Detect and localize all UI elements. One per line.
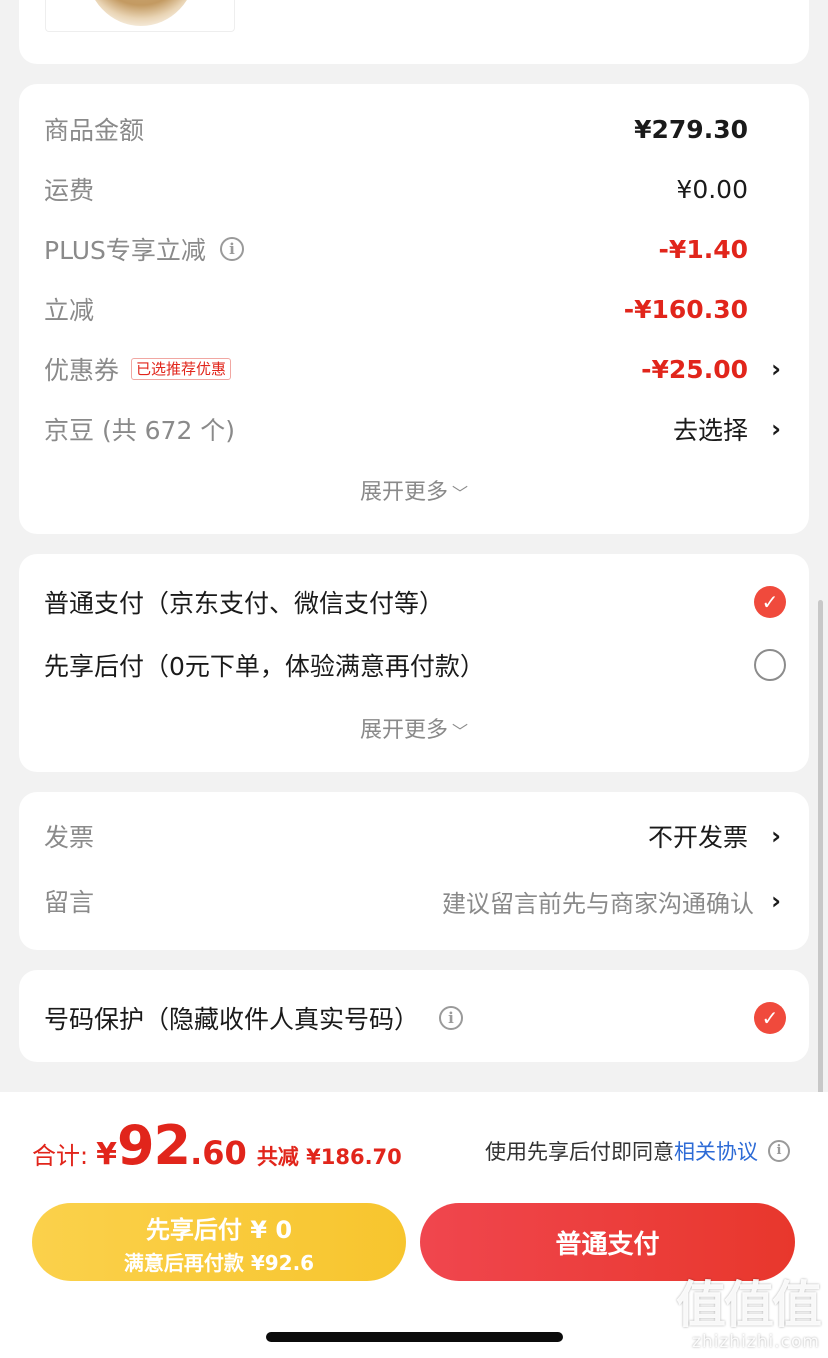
watermark-logo: 值值值 (676, 1276, 822, 1334)
payment-option-label: 先享后付（0元下单，体验满意再付款） (44, 652, 485, 681)
product-thumbnail[interactable] (45, 0, 235, 32)
instant-discount-value: -¥160.30 (623, 294, 748, 324)
info-icon[interactable]: i (439, 1006, 464, 1030)
plus-discount-label-wrap: PLUS专享立减 i (44, 231, 244, 267)
total-amount: 合计: ¥ 92 .60 共减 ¥186.70 (32, 1114, 402, 1186)
pay-later-button[interactable]: 先享后付 ¥ 0 满意后再付款 ¥92.6 (32, 1203, 406, 1281)
plus-discount-value: -¥1.40 (658, 234, 748, 264)
coupon-label: 优惠券 (44, 356, 120, 385)
pay-later-subtitle: 满意后再付款 ¥92.6 (123, 1251, 315, 1275)
message-row[interactable]: 留言 建议留言前先与商家沟通确认 › (19, 871, 809, 931)
chevron-right-icon[interactable]: › (771, 822, 781, 850)
chevron-right-icon[interactable]: › (771, 355, 781, 383)
radio-unchecked-icon[interactable] (754, 649, 786, 681)
agreement-text: 使用先享后付即同意 相关协议 i (485, 1136, 790, 1166)
total-savings: 共减 ¥186.70 (256, 1145, 402, 1169)
privacy-label-wrap: 号码保护（隐藏收件人真实号码） i (44, 1000, 464, 1036)
expand-more-button[interactable]: 展开更多 ﹀ (19, 712, 809, 744)
total-decimal: .60 (190, 1134, 247, 1172)
jingdou-row[interactable]: 京豆 (共 672 个) 去选择 › (19, 399, 809, 459)
normal-pay-button[interactable]: 普通支付 (420, 1203, 795, 1281)
pay-later-title: 先享后付 ¥ 0 (145, 1216, 293, 1244)
info-icon[interactable]: i (768, 1140, 790, 1162)
shipping-row: 运费 ¥0.00 (19, 159, 809, 219)
payment-option-label: 普通支付（京东支付、微信支付等） (44, 589, 445, 618)
jingdou-value[interactable]: 去选择 (673, 411, 748, 447)
plus-discount-label: PLUS专享立减 (44, 236, 206, 265)
info-icon[interactable]: i (219, 237, 244, 261)
payment-option-later[interactable]: 先享后付（0元下单，体验满意再付款） (19, 635, 809, 695)
shipping-value: ¥0.00 (676, 174, 748, 204)
plus-discount-row: PLUS专享立减 i -¥1.40 (19, 219, 809, 279)
instant-discount-row: 立减 -¥160.30 (19, 279, 809, 339)
message-label: 留言 (44, 888, 95, 917)
chevron-down-icon: ﹀ (452, 484, 469, 503)
chevron-right-icon[interactable]: › (771, 887, 781, 915)
agreement-prefix: 使用先享后付即同意 (485, 1140, 674, 1164)
currency-symbol: ¥ (96, 1137, 117, 1172)
chevron-down-icon: ﹀ (452, 722, 469, 741)
coupon-tag: 已选推荐优惠 (131, 358, 232, 380)
message-placeholder[interactable]: 建议留言前先与商家沟通确认 (442, 884, 754, 919)
product-image (86, 0, 196, 26)
agreement-link[interactable]: 相关协议 (674, 1136, 758, 1166)
goods-amount-row: 商品金额 ¥279.30 (19, 99, 809, 159)
coupon-label-wrap: 优惠券 已选推荐优惠 (44, 351, 232, 387)
expand-more-label: 展开更多 (359, 718, 448, 743)
scrollbar[interactable] (818, 600, 823, 1160)
goods-amount-label: 商品金额 (44, 116, 145, 145)
order-confirm-page: 商品金额 ¥279.30 运费 ¥0.00 PLUS专享立减 i -¥1.40 … (0, 0, 828, 1358)
home-indicator[interactable] (266, 1332, 563, 1342)
shipping-label: 运费 (44, 176, 95, 205)
expand-more-label: 展开更多 (359, 480, 448, 505)
total-integer: 92 (116, 1114, 191, 1177)
total-label: 合计: (32, 1142, 89, 1170)
checkout-bar: 合计: ¥ 92 .60 共减 ¥186.70 使用先享后付即同意 相关协议 i… (0, 1092, 828, 1358)
coupon-row[interactable]: 优惠券 已选推荐优惠 -¥25.00 › (19, 339, 809, 399)
payment-method-card: 普通支付（京东支付、微信支付等） ✓ 先享后付（0元下单，体验满意再付款） 展开… (19, 554, 809, 772)
product-card (19, 0, 809, 64)
expand-more-button[interactable]: 展开更多 ﹀ (19, 474, 809, 506)
watermark: 值值值 zhizhizhi.com (676, 1276, 822, 1352)
price-summary-card: 商品金额 ¥279.30 运费 ¥0.00 PLUS专享立减 i -¥1.40 … (19, 84, 809, 534)
instant-discount-label: 立减 (44, 296, 95, 325)
privacy-row[interactable]: 号码保护（隐藏收件人真实号码） i ✓ (19, 988, 809, 1048)
invoice-value: 不开发票 (647, 823, 748, 852)
goods-amount-value: ¥279.30 (634, 114, 748, 144)
jingdou-label: 京豆 (共 672 个) (44, 416, 236, 445)
chevron-right-icon[interactable]: › (771, 415, 781, 443)
privacy-card: 号码保护（隐藏收件人真实号码） i ✓ (19, 970, 809, 1062)
invoice-row[interactable]: 发票 不开发票 › (19, 806, 809, 866)
privacy-label: 号码保护（隐藏收件人真实号码） (44, 1005, 420, 1034)
check-icon[interactable]: ✓ (754, 586, 786, 618)
check-icon[interactable]: ✓ (754, 1002, 786, 1034)
coupon-value: -¥25.00 (641, 354, 748, 384)
invoice-label: 发票 (44, 823, 95, 852)
watermark-site: zhizhizhi.com (692, 1332, 820, 1352)
payment-option-normal[interactable]: 普通支付（京东支付、微信支付等） ✓ (19, 572, 809, 632)
extras-card: 发票 不开发票 › 留言 建议留言前先与商家沟通确认 › (19, 792, 809, 950)
